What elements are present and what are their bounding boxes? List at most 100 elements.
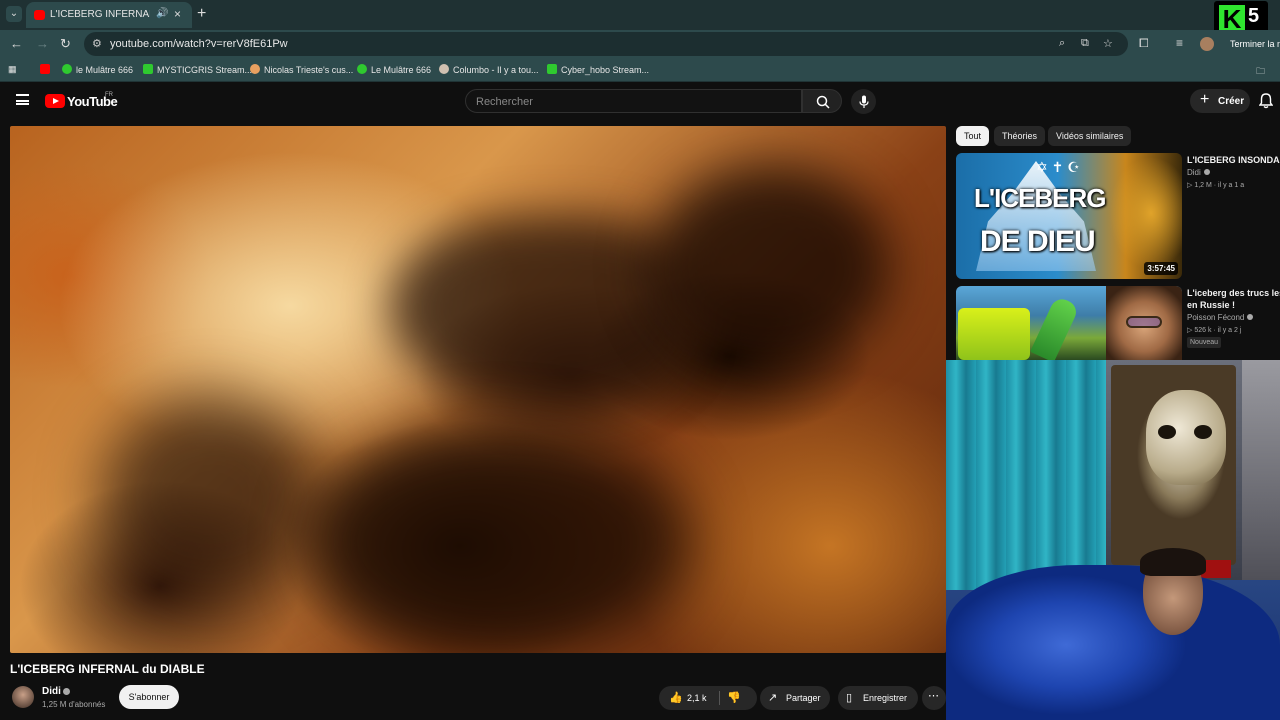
url-text[interactable]: youtube.com/watch?v=rerV8fE61Pw (110, 38, 288, 50)
verified-badge-icon (1203, 169, 1210, 175)
bookmark-label: Nicolas Trieste's cus... (264, 65, 354, 75)
bookmark-item[interactable]: Cyber_hobo Stream... (547, 64, 649, 75)
chip-all[interactable]: Tout (956, 126, 990, 146)
blanket-image (946, 565, 1280, 720)
extensions-icon[interactable]: ⧠ (1139, 36, 1149, 51)
video-frame-shadow (390, 216, 690, 406)
recommendation-thumbnail[interactable] (956, 286, 1182, 360)
channel-name[interactable]: Didi (42, 686, 61, 697)
video-title: L'ICEBERG INFERNAL du DIABLE (10, 662, 205, 676)
share-icon: ↗ (768, 692, 778, 704)
thumbs-down-icon[interactable]: 👎 (727, 691, 741, 704)
country-code: FR (105, 92, 113, 98)
search-button[interactable] (802, 89, 842, 113)
channel-avatar[interactable] (12, 686, 34, 708)
save-label: Enregistrer (863, 693, 908, 703)
thumbnail-text: DE DIEU (980, 225, 1096, 258)
youtube-favicon-icon (34, 10, 45, 20)
like-dislike-group: 👍 2,1 k 👎 (659, 686, 757, 710)
bookmark-item[interactable]: le Mulâtre 666 (62, 64, 133, 75)
verified-badge-icon (1247, 314, 1254, 320)
finish-update-button[interactable]: Terminer la m (1230, 39, 1280, 49)
skull-eye (1158, 425, 1176, 439)
recommendation-meta: ▷ 1,2 M · il y a 1 a (1187, 182, 1245, 189)
recommendation-channel[interactable]: Poisson Fécond (1187, 313, 1254, 322)
cat-icon (250, 64, 260, 74)
thumbs-up-icon[interactable]: 👍 (669, 691, 683, 704)
bookmark-label: Le Mulâtre 666 (371, 65, 432, 75)
bookmark-item[interactable]: Nicolas Trieste's cus... (250, 64, 353, 75)
new-tab-icon[interactable]: + (197, 5, 206, 23)
close-tab-icon[interactable]: × (174, 7, 181, 21)
bookmark-label: Columbo - Il y a tou... (453, 65, 539, 75)
kick-icon (143, 64, 153, 74)
audio-playing-icon[interactable]: 🔊 (156, 8, 168, 19)
install-app-icon[interactable]: ⧉ (1081, 37, 1089, 50)
video-duration: 3:57:45 (1144, 262, 1178, 275)
channel-label: Poisson Fécond (1187, 313, 1245, 322)
site-info-icon[interactable]: ⚙ (92, 37, 102, 50)
chip-similar-videos[interactable]: Vidéos similaires (1048, 126, 1132, 146)
religious-symbols-icon: ✡ ✝ ☪ (1036, 159, 1080, 175)
browser-tab-active[interactable]: L'ICEBERG INFERNAL du DI 🔊 × (26, 2, 192, 28)
menu-icon[interactable] (16, 94, 29, 105)
divider (719, 691, 720, 705)
chip-theories[interactable]: Théories (994, 126, 1046, 146)
webcam-overlay (946, 360, 1280, 720)
recommendation-title-line2[interactable]: en Russie ! (1187, 300, 1280, 310)
browser-nav-bar: ← → ↻ ⚙ youtube.com/watch?v=rerV8fE61Pw … (0, 30, 1280, 58)
bookmark-item[interactable]: MYSTICGRIS Stream... (143, 64, 252, 75)
reload-icon[interactable]: ↻ (60, 36, 71, 52)
curtain-image (946, 360, 1106, 590)
recommendation-title[interactable]: L'ICEBERG INSONDABL (1187, 155, 1280, 165)
save-button[interactable]: ▯ Enregistrer (838, 686, 918, 710)
share-label: Partager (786, 693, 821, 703)
skull-image (1146, 390, 1226, 485)
tab-search-icon[interactable]: ⌄ (6, 6, 22, 22)
more-actions-button[interactable]: ⋯ (922, 686, 946, 710)
plus-icon: + (1200, 91, 1210, 108)
profile-avatar[interactable] (1200, 37, 1214, 51)
create-button[interactable]: + Créer (1190, 89, 1250, 113)
forward-arrow-icon[interactable]: → (36, 36, 49, 51)
back-arrow-icon[interactable]: ← (10, 36, 23, 51)
streamer-hair-image (1140, 548, 1206, 576)
subscribe-button[interactable]: S'abonner (119, 685, 179, 709)
kick-logo-icon: K (1219, 5, 1245, 33)
glasses-image (1126, 316, 1162, 328)
recommendation-thumbnail[interactable]: ✡ ✝ ☪ L'ICEBERG DE DIEU 3:57:45 (956, 153, 1182, 279)
youtube-bookmark-icon[interactable] (40, 64, 54, 75)
video-frame-shadow (100, 396, 320, 596)
missile-image (1030, 295, 1080, 360)
play-icon (357, 64, 367, 74)
recommendation-title[interactable]: L'iceberg des trucs les p (1187, 288, 1280, 298)
notifications-bell-icon[interactable] (1259, 93, 1273, 109)
bookmark-item[interactable]: Le Mulâtre 666 (357, 64, 431, 75)
recommendation-meta: ▷ 526 k · il y a 2 j (1187, 327, 1242, 334)
create-label: Créer (1218, 96, 1245, 107)
recommendation-channel[interactable]: Didi (1187, 168, 1210, 177)
youtube-logo-icon[interactable] (45, 94, 65, 108)
zoom-icon[interactable]: ⌕ (1059, 37, 1065, 50)
kick-icon (547, 64, 557, 74)
search-input[interactable] (476, 94, 776, 110)
apps-grid-icon[interactable]: ▦ (8, 64, 17, 75)
media-control-icon[interactable]: ≡ (1176, 36, 1183, 50)
overlay-badge-number: 5 (1248, 5, 1260, 27)
verified-badge-icon (63, 688, 70, 695)
bookmark-icon: ▯ (846, 692, 853, 704)
voice-search-button[interactable] (851, 89, 876, 114)
thumbnail-text: L'ICEBERG (974, 183, 1107, 213)
folder-icon[interactable]: 🗀 (1256, 64, 1265, 80)
address-bar[interactable]: ⚙ youtube.com/watch?v=rerV8fE61Pw ⌕ ⧉ ☆ (84, 32, 1128, 56)
bookmark-star-icon[interactable]: ☆ (1103, 37, 1113, 50)
meta-label: 526 k · il y a 2 j (1194, 327, 1242, 334)
columbo-icon (439, 64, 449, 74)
search-box[interactable] (465, 89, 802, 113)
video-player[interactable] (10, 126, 946, 653)
subscriber-count: 1,25 M d'abonnés (42, 700, 106, 709)
bookmark-item[interactable]: Columbo - Il y a tou... (439, 64, 539, 75)
like-count[interactable]: 2,1 k (687, 693, 707, 703)
barrel-image (958, 308, 1030, 360)
share-button[interactable]: ↗ Partager (760, 686, 830, 710)
